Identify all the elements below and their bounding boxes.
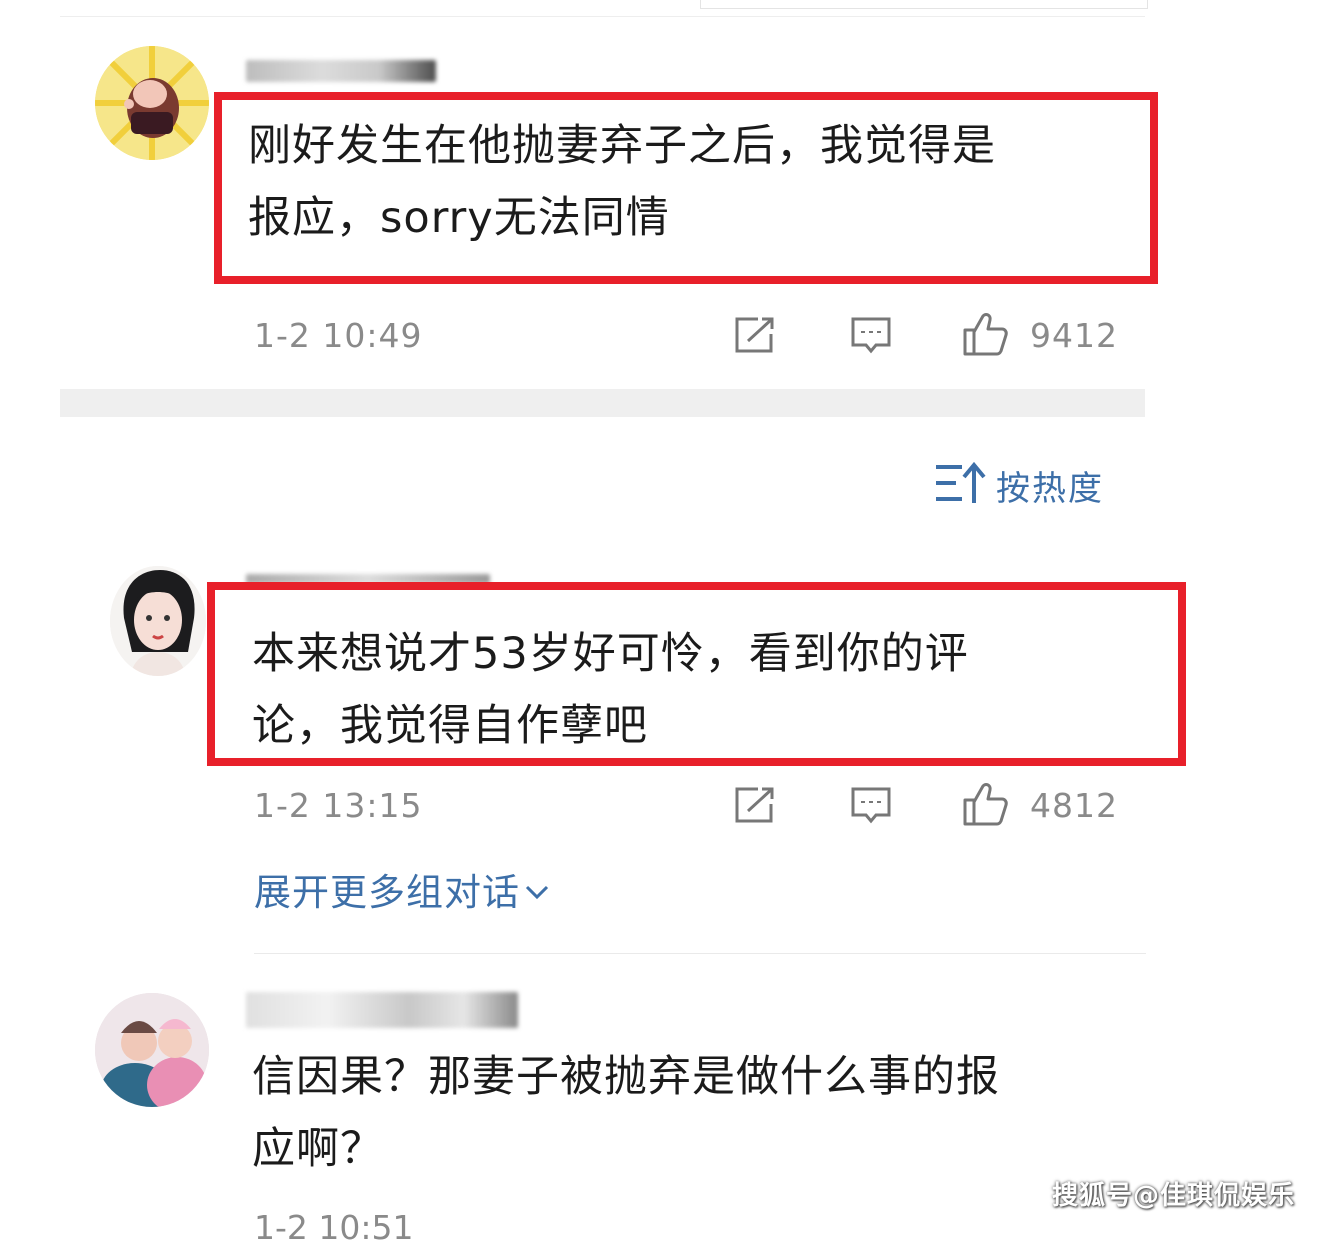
thumbs-up-icon[interactable] <box>962 310 1010 362</box>
avatar[interactable] <box>110 566 206 676</box>
like-count: 4812 <box>1030 786 1118 825</box>
comment-icon[interactable] <box>850 786 892 830</box>
like-count: 9412 <box>1030 316 1118 355</box>
share-icon[interactable] <box>734 316 776 358</box>
comment-time: 1-2 13:15 <box>254 786 423 825</box>
comment-text: 信因果？那妻子被抛弃是做什么事的报 应啊？ <box>252 1041 1132 1185</box>
divider <box>254 953 1146 954</box>
avatar-image <box>95 46 209 160</box>
watermark: 搜狐号@佳琪侃娱乐 <box>1052 1181 1296 1211</box>
divider <box>60 16 1145 17</box>
sort-label: 按热度 <box>996 468 1104 509</box>
comment-icon[interactable] <box>850 316 892 360</box>
comment-line: 信因果？那妻子被抛弃是做什么事的报 <box>252 1052 1000 1102</box>
chevron-down-icon <box>524 868 550 911</box>
avatar[interactable] <box>95 993 209 1107</box>
avatar[interactable] <box>95 46 209 160</box>
share-icon[interactable] <box>734 786 776 828</box>
sort-desc-icon <box>934 461 988 509</box>
highlight-box <box>207 582 1186 766</box>
sort-by-hot-button[interactable]: 按热度 <box>934 458 1104 512</box>
comment-line: 应啊？ <box>252 1124 384 1174</box>
comment-time: 1-2 10:51 <box>254 1208 414 1247</box>
top-remnant <box>700 0 1148 9</box>
comment-time: 1-2 10:49 <box>254 316 423 355</box>
section-separator <box>60 389 1145 417</box>
username-blurred[interactable] <box>246 992 518 1028</box>
username-blurred[interactable] <box>246 60 436 82</box>
thumbs-up-icon[interactable] <box>962 780 1010 832</box>
expand-more-replies-link[interactable]: 展开更多组对话 <box>254 862 550 916</box>
avatar-image <box>95 993 209 1107</box>
expand-label: 展开更多组对话 <box>254 871 520 914</box>
avatar-image <box>110 566 206 676</box>
highlight-box <box>214 92 1158 284</box>
